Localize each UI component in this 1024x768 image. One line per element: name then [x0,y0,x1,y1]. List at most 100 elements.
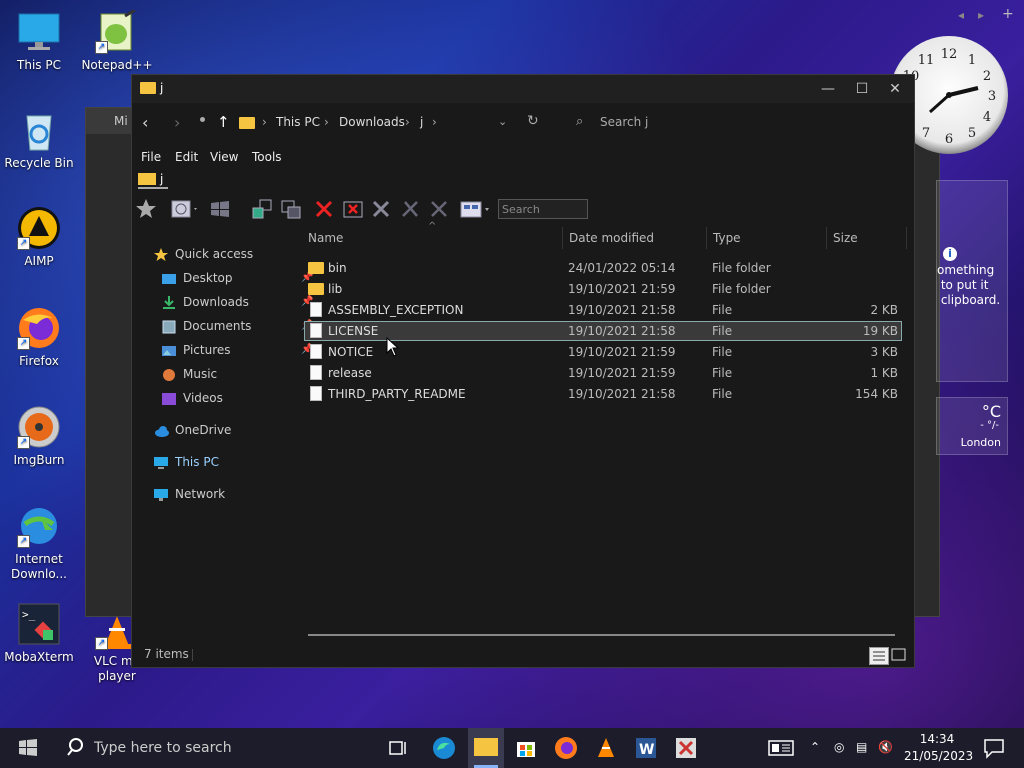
nav-network[interactable]: Network [154,483,294,505]
column-divider[interactable] [706,227,707,249]
taskbar-search-input[interactable]: Type here to search [94,740,232,756]
menu-file[interactable]: File [141,150,161,164]
edge-icon[interactable] [432,736,456,760]
nav-item-downloads[interactable]: Downloads 📌 [162,291,313,313]
desktop-icon-this-pc[interactable]: This PC [0,10,78,73]
toolbar: Search [132,193,914,225]
address-dropdown-chevron-icon[interactable]: ⌄ [498,115,507,128]
file-row[interactable]: bin 24/01/2022 05:14 File folder [304,258,902,278]
desktop-icon-firefox[interactable]: ↗ Firefox [0,306,78,369]
network-icon [154,487,168,501]
file-row[interactable]: THIRD_PARTY_README 19/10/2021 21:58 File… [304,384,902,404]
notification-icon[interactable] [982,736,1006,760]
task-view-icon[interactable] [386,736,410,760]
app-icon[interactable] [674,736,698,760]
nav-quick-access[interactable]: Quick access [154,243,294,265]
desktop-icon-recycle-bin[interactable]: Recycle Bin [0,108,78,171]
file-row[interactable]: release 19/10/2021 21:59 File 1 KB [304,363,902,383]
file-row[interactable]: lib 19/10/2021 21:59 File folder [304,279,902,299]
desktop-icon-internet-download[interactable]: ↗ Internet Downlo... [0,504,78,582]
taskbar-date[interactable]: 21/05/2023 [904,749,973,763]
cut-grey-icon[interactable] [398,197,422,221]
start-button[interactable] [16,736,40,760]
refresh-icon[interactable]: ↻ [527,113,539,129]
clipboard-gadget[interactable]: i omething to put it clipboard. [936,180,1008,382]
forward-arrow-icon[interactable]: › [174,113,180,132]
up-arrow-icon[interactable]: ↑ [217,113,230,131]
menu-tools[interactable]: Tools [252,150,282,164]
news-icon[interactable] [768,736,794,760]
volume-muted-icon[interactable]: 🔇 [878,740,893,754]
column-divider[interactable] [826,227,827,249]
view-options-icon[interactable] [459,197,489,221]
minimize-button[interactable]: — [814,79,842,99]
aimp-icon: ↗ [17,206,61,250]
favorite-star-icon[interactable] [134,197,158,221]
menu-view[interactable]: View [210,150,238,164]
nav-item-desktop[interactable]: Desktop 📌 [162,267,313,289]
meet-now-icon[interactable]: ◎ [834,740,844,754]
toolbar-search-input[interactable]: Search [498,199,588,219]
cut-icon[interactable] [369,197,393,221]
column-header-type[interactable]: Type [713,231,741,251]
network-icon[interactable]: ▤ [856,740,867,754]
large-icons-view-icon[interactable] [891,647,907,663]
desktop-icon-aimp[interactable]: ↗ AIMP [0,206,78,269]
word-icon[interactable]: W [634,736,658,760]
desktop-icon-imgburn[interactable]: ↗ ImgBurn [0,405,78,468]
nav-this-pc[interactable]: This PC [154,451,294,473]
taskbar-explorer-active[interactable] [468,728,504,768]
column-divider[interactable] [906,227,907,249]
nav-item-videos[interactable]: Videos [162,387,302,409]
desktop-icon-mobaxterm[interactable]: >_ MobaXterm [0,602,78,665]
gadget-add-icon[interactable]: + [1002,6,1014,22]
store-icon[interactable] [514,736,538,760]
delete-x-icon[interactable] [312,197,336,221]
nav-label: Network [175,487,226,501]
close-button[interactable]: ✕ [881,79,909,99]
file-name: ASSEMBLY_EXCEPTION [328,303,464,317]
weather-gadget[interactable]: °C - °/- London [936,397,1008,455]
nav-onedrive[interactable]: OneDrive [154,419,294,441]
clipboard-gadget-text: omething to put it clipboard. [937,263,1001,307]
breadcrumb-this-pc[interactable]: This PC [276,115,320,129]
folder-tab-label: j [160,172,164,186]
file-explorer-window[interactable]: j — ☐ ✕ ‹ › ↑ › This PC › Downloads › j … [131,74,915,668]
svg-text:6: 6 [945,132,953,147]
firefox-icon[interactable] [554,736,578,760]
delete-window-icon[interactable] [341,197,365,221]
folder-icon [308,262,324,274]
nav-item-music[interactable]: Music [162,363,302,385]
history-clock-icon[interactable] [170,197,197,221]
breadcrumb-separator: › [405,115,410,129]
desktop-icon-notepadpp[interactable]: ↗ Notepad++ [78,8,156,73]
tray-overflow-chevron-icon[interactable]: ⌃ [810,740,820,754]
address-search-input[interactable]: Search j [600,115,648,129]
column-divider[interactable] [562,227,563,249]
breadcrumb-downloads[interactable]: Downloads [339,115,405,129]
maximize-button[interactable]: ☐ [848,79,876,99]
title-bar[interactable]: j — ☐ ✕ [132,75,914,103]
horizontal-scrollbar[interactable] [308,634,895,636]
gadget-prev-icon[interactable]: ◂ [958,8,964,22]
copy-to-icon[interactable] [279,197,303,221]
breadcrumb-j[interactable]: j [420,115,423,129]
folder-icon [308,283,324,295]
move-to-icon[interactable] [250,197,274,221]
windows-flag-icon[interactable] [208,197,232,221]
recent-dot-icon[interactable] [200,117,205,122]
column-header-size[interactable]: Size [833,231,858,251]
nav-item-pictures[interactable]: Pictures 📌 [162,339,313,361]
nav-item-documents[interactable]: Documents 📌 [162,315,313,337]
vlc-icon[interactable] [594,736,618,760]
gadget-next-icon[interactable]: ▸ [978,8,984,22]
menu-edit[interactable]: Edit [175,150,198,164]
taskbar-time[interactable]: 14:34 [906,732,968,746]
cut-grey2-icon[interactable] [427,197,451,221]
back-arrow-icon[interactable]: ‹ [142,113,148,132]
column-header-name[interactable]: Name [308,231,343,251]
file-row[interactable]: ASSEMBLY_EXCEPTION 19/10/2021 21:58 File… [304,300,902,320]
weather-temperature-unit: °C [981,402,1001,421]
column-header-date[interactable]: Date modified [569,231,654,251]
details-view-icon[interactable] [869,647,889,665]
